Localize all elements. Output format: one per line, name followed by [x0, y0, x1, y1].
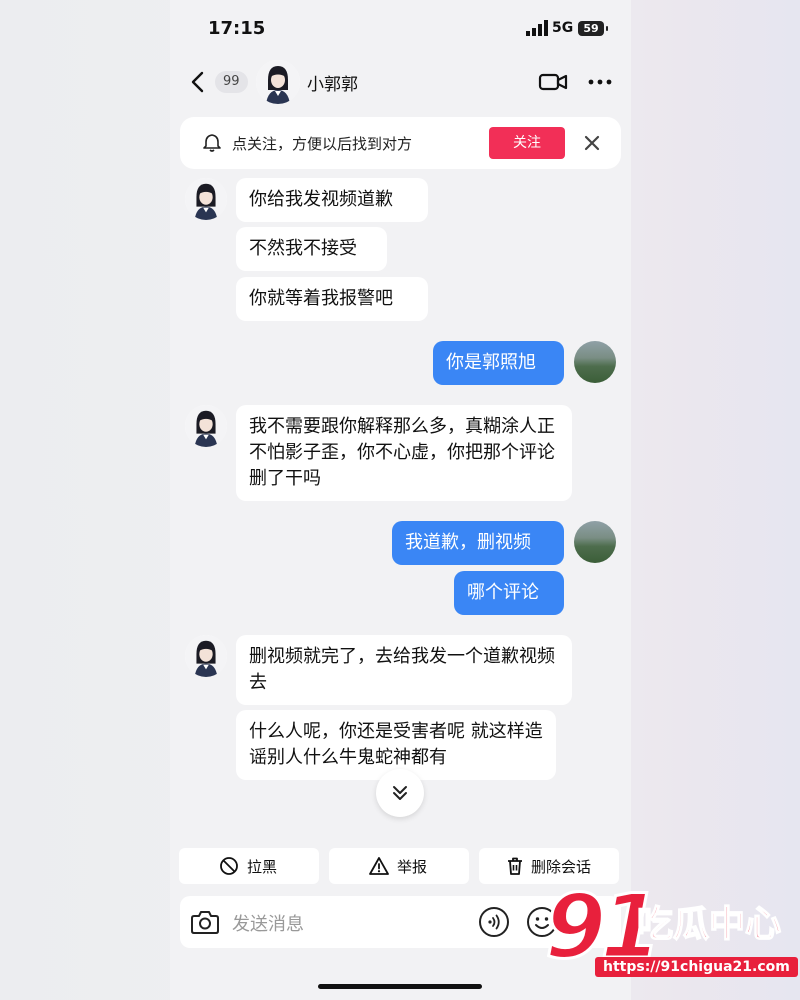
message-bubble-outgoing[interactable]: 哪个评论	[454, 571, 564, 615]
contact-avatar[interactable]	[185, 178, 227, 220]
message-bubble-incoming[interactable]: 你就等着我报警吧	[236, 277, 428, 321]
block-icon	[220, 857, 238, 875]
contact-avatar[interactable]	[256, 60, 300, 104]
voice-input-icon[interactable]	[478, 906, 510, 938]
contact-name: 小郭郭	[307, 75, 358, 95]
double-chevron-down-icon	[393, 786, 407, 800]
more-options-icon[interactable]	[586, 70, 614, 94]
watermark-brand-text: 吃瓜中心	[636, 903, 782, 946]
message-bubble-incoming[interactable]: 我不需要跟你解释那么多，真糊涂人正不怕影子歪，你不心虚，你把那个评论删了干吗	[236, 405, 572, 501]
follow-prompt-text: 点关注，方便以后找到对方	[232, 135, 413, 153]
status-time: 17:15	[208, 18, 266, 39]
home-indicator	[318, 984, 482, 989]
delete-chat-label: 删除会话	[531, 858, 592, 876]
warning-icon	[369, 857, 389, 875]
video-call-icon[interactable]	[538, 70, 568, 94]
unread-count-badge: 99	[215, 71, 248, 93]
trash-icon	[508, 857, 522, 875]
watermark-logo: 91 吃瓜中心 https://91chigua21.com	[543, 874, 798, 985]
message-bubble-incoming[interactable]: 你给我发视频道歉	[236, 178, 428, 222]
message-bubble-outgoing[interactable]: 我道歉，删视频	[392, 521, 564, 565]
close-icon[interactable]	[582, 133, 602, 153]
message-bubble-incoming[interactable]: 删视频就完了，去给我发一个道歉视频去	[236, 635, 572, 705]
contact-avatar[interactable]	[185, 635, 227, 677]
battery-indicator: 59	[578, 21, 608, 36]
bell-icon	[203, 134, 221, 152]
signal-icon	[526, 20, 548, 36]
scroll-to-bottom-button[interactable]	[376, 769, 424, 817]
camera-icon[interactable]	[190, 908, 220, 936]
report-label: 举报	[397, 858, 428, 876]
follow-button[interactable]: 关注	[489, 127, 565, 159]
my-avatar[interactable]	[574, 521, 616, 563]
message-bubble-incoming[interactable]: 不然我不接受	[236, 227, 387, 271]
watermark-url: https://91chigua21.com	[595, 957, 798, 977]
chat-screen: 17:15 5G 59 99 小郭郭 点关注，方便以后找到对方 关注 你给我发视…	[170, 0, 631, 1000]
chat-header: 99 小郭郭	[170, 58, 631, 106]
message-bubble-outgoing[interactable]: 你是郭照旭	[433, 341, 564, 385]
report-button[interactable]: 举报	[329, 848, 469, 884]
block-button[interactable]: 拉黑	[179, 848, 319, 884]
block-label: 拉黑	[247, 858, 278, 876]
contact-avatar[interactable]	[185, 405, 227, 447]
network-type: 5G	[552, 20, 574, 36]
status-bar: 17:15 5G 59	[170, 0, 631, 58]
back-arrow-icon[interactable]	[186, 70, 210, 94]
message-input[interactable]: 发送消息	[232, 910, 304, 936]
my-avatar[interactable]	[574, 341, 616, 383]
follow-prompt-bar: 点关注，方便以后找到对方 关注	[180, 117, 621, 169]
